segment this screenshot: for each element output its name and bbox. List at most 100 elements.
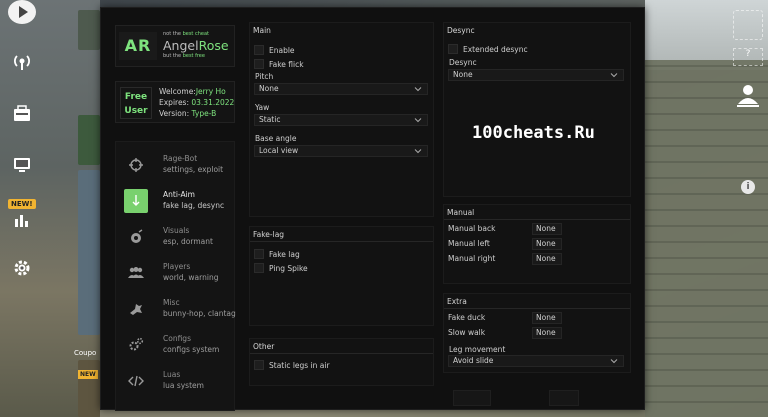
- expires-line: Expires: 03.31.2022: [159, 98, 235, 107]
- thumbnail[interactable]: [78, 10, 100, 50]
- anti-aim-icon: [124, 189, 148, 213]
- nav-item-luas[interactable]: Luas lua system: [116, 364, 236, 398]
- right-slot-2[interactable]: ?: [733, 48, 763, 66]
- base-angle-dropdown[interactable]: Local view: [254, 145, 428, 157]
- gears-icon: [124, 333, 148, 357]
- brand-tagline-bottom: but the best free: [163, 53, 205, 59]
- watermark-text: 100cheats.Ru: [472, 123, 595, 143]
- checkbox[interactable]: [254, 59, 264, 69]
- other-panel: Other Static legs in air: [249, 338, 434, 386]
- settings-gear-icon[interactable]: [8, 254, 36, 282]
- stats-icon[interactable]: [8, 205, 36, 233]
- chevron-down-icon: [610, 359, 618, 364]
- pitch-label: Pitch: [255, 72, 274, 81]
- welcome-line: Welcome:Jerry Ho: [159, 87, 226, 96]
- nav-subtitle: settings, exploit: [163, 165, 224, 174]
- nav-item-rage-bot[interactable]: Rage-Bot settings, exploit: [116, 148, 236, 182]
- extended-desync-checkbox[interactable]: Extended desync: [448, 44, 528, 54]
- main-panel: Main Enable Fake flick Pitch None Yaw St…: [249, 22, 434, 217]
- keybind-box[interactable]: None: [532, 253, 562, 265]
- keybind-box[interactable]: None: [532, 312, 562, 324]
- user-tier-badge: Free User: [120, 87, 152, 119]
- help-text: ?: [745, 49, 751, 59]
- nav-subtitle: bunny-hop, clantag: [163, 309, 236, 318]
- brand-name: AngelRose: [163, 38, 229, 53]
- chevron-down-icon: [610, 73, 618, 78]
- leg-movement-dropdown[interactable]: Avoid slide: [448, 355, 624, 367]
- coupon-label: Coupo: [74, 349, 97, 357]
- yaw-label: Yaw: [255, 103, 270, 112]
- misc-icon: [124, 297, 148, 321]
- panel-title: Manual: [447, 208, 475, 217]
- nav-title: Players: [163, 262, 191, 271]
- nav-item-visuals[interactable]: Visuals esp, dormant: [116, 220, 236, 254]
- thumbnail[interactable]: [78, 360, 100, 417]
- broadcast-icon[interactable]: [8, 48, 36, 76]
- info-icon[interactable]: i: [741, 180, 755, 194]
- ping-spike-checkbox[interactable]: Ping Spike: [254, 263, 308, 273]
- keybind-box[interactable]: None: [532, 223, 562, 235]
- brand-box: AR not the best cheat AngelRose but the …: [115, 25, 235, 67]
- thumbnail[interactable]: [78, 115, 100, 165]
- divider: [444, 219, 630, 220]
- nav-title: Configs: [163, 334, 191, 343]
- brand-tagline-top: not the best cheat: [163, 31, 210, 37]
- tv-icon[interactable]: [8, 150, 36, 178]
- checkbox[interactable]: [254, 45, 264, 55]
- panel-title: Other: [253, 342, 275, 351]
- thumbnail[interactable]: [78, 170, 100, 335]
- static-legs-checkbox[interactable]: Static legs in air: [254, 360, 330, 370]
- fake-flick-checkbox[interactable]: Fake flick: [254, 59, 304, 69]
- nav-title: Misc: [163, 298, 180, 307]
- nav-item-players[interactable]: Players world, warning: [116, 256, 236, 290]
- version-line: Version: Type-B: [159, 109, 217, 118]
- chevron-down-icon: [414, 87, 422, 92]
- new-badge-small: NEW: [78, 370, 98, 379]
- nav-subtitle: configs system: [163, 345, 220, 354]
- nav-subtitle: fake lag, desync: [163, 201, 225, 210]
- pitch-dropdown[interactable]: None: [254, 83, 428, 95]
- desync-panel: Desync Extended desync Desync None: [443, 22, 631, 197]
- leg-movement-label: Leg movement: [449, 345, 506, 354]
- extra-panel: Extra Fake duck None Slow walk None Leg …: [443, 293, 631, 373]
- keybind-box[interactable]: None: [532, 327, 562, 339]
- nav-title: Rage-Bot: [163, 154, 198, 163]
- panel-title: Main: [253, 26, 271, 35]
- manual-panel: Manual Manual back None Manual left None…: [443, 204, 631, 284]
- nav-subtitle: world, warning: [163, 273, 219, 282]
- code-icon: [124, 369, 148, 393]
- brand-logo: AR: [119, 32, 157, 60]
- nav-title: Luas: [163, 370, 181, 379]
- checkbox[interactable]: [254, 249, 264, 259]
- right-slot-1[interactable]: [733, 10, 763, 40]
- desync-dropdown[interactable]: None: [448, 69, 624, 81]
- keybind-box[interactable]: None: [532, 238, 562, 250]
- yaw-dropdown[interactable]: Static: [254, 114, 428, 126]
- checkbox[interactable]: [254, 360, 264, 370]
- divider: [250, 241, 433, 242]
- user-icon[interactable]: [733, 82, 763, 108]
- panel-title: Desync: [447, 26, 475, 35]
- nav-item-misc[interactable]: Misc bunny-hop, clantag: [116, 292, 236, 326]
- checkbox[interactable]: [254, 263, 264, 273]
- category-nav: Rage-Bot settings, exploit Anti-Aim fake…: [115, 141, 236, 411]
- base-angle-label: Base angle: [255, 134, 297, 143]
- bottom-tab[interactable]: [549, 390, 579, 406]
- desync-label: Desync: [449, 58, 477, 67]
- enable-checkbox[interactable]: Enable: [254, 45, 295, 55]
- game-background-wall: [645, 60, 768, 417]
- divider: [250, 353, 433, 354]
- checkbox[interactable]: [448, 44, 458, 54]
- visuals-icon: [124, 225, 148, 249]
- user-details: Welcome:Jerry Ho Expires: 03.31.2022 Ver…: [159, 86, 234, 119]
- nav-item-anti-aim[interactable]: Anti-Aim fake lag, desync: [116, 184, 236, 218]
- fake-lag-checkbox[interactable]: Fake lag: [254, 249, 300, 259]
- cheat-menu-window: AR not the best cheat AngelRose but the …: [100, 7, 645, 411]
- inventory-icon[interactable]: [8, 100, 36, 128]
- nav-subtitle: lua system: [163, 381, 204, 390]
- nav-subtitle: esp, dormant: [163, 237, 213, 246]
- play-icon[interactable]: [8, 0, 36, 24]
- bottom-tab[interactable]: [453, 390, 491, 406]
- nav-item-configs[interactable]: Configs configs system: [116, 328, 236, 362]
- panel-title: Fake-lag: [253, 230, 285, 239]
